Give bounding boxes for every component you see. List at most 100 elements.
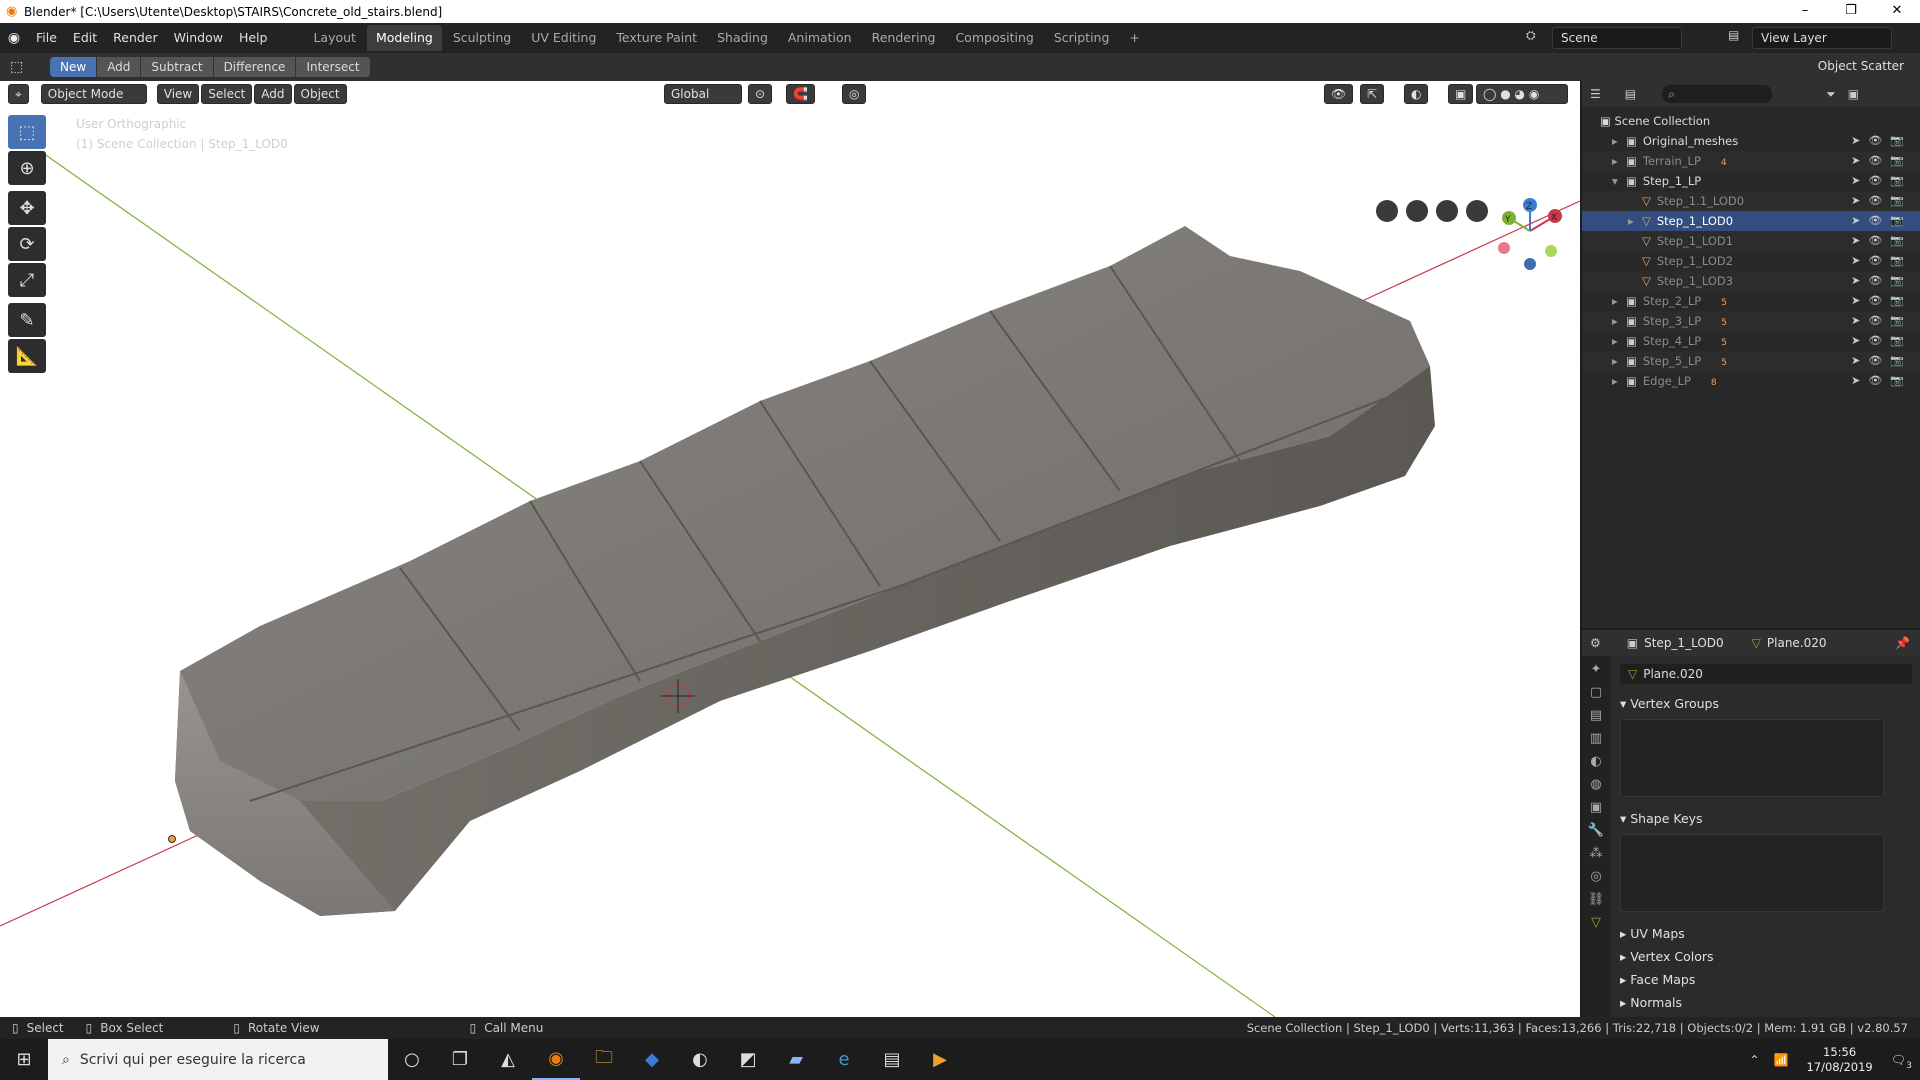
menu-file[interactable]: File xyxy=(28,23,65,53)
row-visibility-icons[interactable]: ➤👁📷 xyxy=(1851,351,1912,371)
collapsed-arrow-icon[interactable]: ▸ xyxy=(1612,351,1626,371)
pivot-icon[interactable]: ⊙ xyxy=(748,84,773,104)
row-visibility-icons[interactable]: ➤👁📷 xyxy=(1851,131,1912,151)
file-explorer-icon[interactable]: 🗀 xyxy=(580,1039,628,1080)
mesh-datablock-field[interactable]: ▽ Plane.020 xyxy=(1620,664,1912,684)
menu-select[interactable]: Select xyxy=(201,84,253,104)
display-mode-icon[interactable]: ▤ xyxy=(1625,87,1636,101)
outliner-row[interactable]: ▽ Step_1_LOD2 ➤👁📷 xyxy=(1582,251,1920,271)
annotate-tool-icon[interactable]: ✎ xyxy=(8,303,46,337)
move-tool-icon[interactable]: ✥ xyxy=(8,191,46,225)
view-layer-tab-icon[interactable]: ▥ xyxy=(1590,731,1602,746)
collapsed-arrow-icon[interactable]: ▸ xyxy=(1612,291,1626,311)
normals-section[interactable]: ▸ Normals xyxy=(1612,993,1920,1016)
tab-animation[interactable]: Animation xyxy=(779,25,861,51)
particles-tab-icon[interactable]: ⁂ xyxy=(1590,846,1603,861)
mode-difference-button[interactable]: Difference xyxy=(213,57,296,77)
blender-menu-icon[interactable]: ◉ xyxy=(0,30,28,46)
app-icon-7[interactable]: ▶ xyxy=(916,1039,964,1080)
expanded-arrow-icon[interactable]: ▾ xyxy=(1612,171,1626,191)
properties-editor-icon[interactable]: ⚙ xyxy=(1590,636,1601,650)
collapsed-arrow-icon[interactable]: ▸ xyxy=(1612,331,1626,351)
row-visibility-icons[interactable]: ➤👁📷 xyxy=(1851,311,1912,331)
layer-icon[interactable]: ▤ xyxy=(1728,28,1739,42)
viewport-nav-buttons[interactable] xyxy=(1376,200,1488,222)
row-visibility-icons[interactable]: ➤👁📷 xyxy=(1851,251,1912,271)
row-visibility-icons[interactable]: ➤👁📷 xyxy=(1851,211,1912,231)
row-visibility-icons[interactable]: ➤👁📷 xyxy=(1851,371,1912,391)
transform-orientation-dropdown[interactable]: Global xyxy=(664,84,742,104)
notifications-icon[interactable]: 🗨 3 xyxy=(1891,1053,1912,1071)
collapsed-arrow-icon[interactable]: ▸ xyxy=(1628,211,1642,231)
mode-intersect-button[interactable]: Intersect xyxy=(296,57,370,77)
vertex-groups-list[interactable] xyxy=(1620,719,1884,797)
minimize-button[interactable]: – xyxy=(1782,0,1828,23)
row-visibility-icons[interactable]: ➤👁📷 xyxy=(1851,231,1912,251)
maximize-button[interactable]: ❐ xyxy=(1828,0,1874,23)
mesh-data-tab-icon[interactable]: ▽ xyxy=(1591,915,1601,930)
tab-texture-paint[interactable]: Texture Paint xyxy=(607,25,706,51)
tab-rendering[interactable]: Rendering xyxy=(863,25,945,51)
collapsed-arrow-icon[interactable]: ▸ xyxy=(1612,131,1626,151)
filter-icon[interactable]: ⏷ xyxy=(1826,87,1836,102)
object-mode-dropdown[interactable]: Object Mode xyxy=(40,84,147,104)
rotate-tool-icon[interactable]: ⟳ xyxy=(8,227,46,261)
app-icon-6[interactable]: ▤ xyxy=(868,1039,916,1080)
menu-object[interactable]: Object xyxy=(293,84,347,104)
task-view-icon[interactable]: ❐ xyxy=(436,1039,484,1080)
object-name[interactable]: Step_1_LOD0 xyxy=(1644,636,1724,650)
snap-icon[interactable]: 🧲 xyxy=(786,84,815,104)
overlay-toggle-icon[interactable]: ◐ xyxy=(1404,84,1429,104)
tab-modeling[interactable]: Modeling xyxy=(366,25,442,51)
mesh-name[interactable]: Plane.020 xyxy=(1767,636,1827,650)
row-visibility-icons[interactable]: ➤👁📷 xyxy=(1851,291,1912,311)
outliner-row[interactable]: ▽ Step_1_LOD3 ➤👁📷 xyxy=(1582,271,1920,291)
mode-add-button[interactable]: Add xyxy=(97,57,141,77)
uv-maps-section[interactable]: ▸ UV Maps xyxy=(1612,920,1920,947)
windows-start-icon[interactable]: ⊞ xyxy=(0,1039,48,1080)
cursor-tool-icon[interactable]: ⊕ xyxy=(8,151,46,185)
app-icon-3[interactable]: ◐ xyxy=(676,1039,724,1080)
menu-edit[interactable]: Edit xyxy=(65,23,105,53)
outliner-row[interactable]: ▸ ▣ Terrain_LP 4 ➤👁📷 xyxy=(1582,151,1920,171)
menu-help[interactable]: Help xyxy=(231,23,276,53)
scene-name-field[interactable]: Scene xyxy=(1552,27,1682,49)
output-tab-icon[interactable]: ▤ xyxy=(1590,708,1602,723)
outliner-row[interactable]: ▸ ▣ Step_2_LP 5 ➤👁📷 xyxy=(1582,291,1920,311)
outliner-row[interactable]: ▽ Step_1_LOD1 ➤👁📷 xyxy=(1582,231,1920,251)
outliner-search-field[interactable]: ⌕ xyxy=(1662,85,1773,103)
mode-new-button[interactable]: New xyxy=(50,57,97,77)
xray-toggle-icon[interactable]: ▣ xyxy=(1448,84,1474,104)
app-icon-2[interactable]: ◆ xyxy=(628,1039,676,1080)
menu-window[interactable]: Window xyxy=(166,23,231,53)
object-origin-dot[interactable] xyxy=(168,835,176,843)
close-button[interactable]: ✕ xyxy=(1874,0,1920,23)
scale-tool-icon[interactable]: ⤢ xyxy=(8,263,46,297)
vertex-colors-section[interactable]: ▸ Vertex Colors xyxy=(1612,947,1920,970)
tray-expand-icon[interactable]: ⌃ xyxy=(1749,1053,1759,1067)
object-tab-icon[interactable]: ▣ xyxy=(1590,800,1602,815)
tab-uv-editing[interactable]: UV Editing xyxy=(522,25,605,51)
network-icon[interactable]: 📶 xyxy=(1774,1053,1789,1067)
row-visibility-icons[interactable]: ➤👁📷 xyxy=(1851,151,1912,171)
editor-type-icon[interactable]: ⌖ xyxy=(8,84,29,104)
new-collection-icon[interactable]: ▣ xyxy=(1848,87,1859,101)
tab-compositing[interactable]: Compositing xyxy=(946,25,1042,51)
shading-mode-icons[interactable]: ◯ ● ◕ ◉ xyxy=(1476,84,1568,104)
app-icon-1[interactable]: ◭ xyxy=(484,1039,532,1080)
taskbar-search[interactable]: ⌕ Scrivi qui per eseguire la ricerca xyxy=(48,1039,388,1080)
world-tab-icon[interactable]: ◍ xyxy=(1590,777,1601,792)
clock[interactable]: 15:56 17/08/2019 xyxy=(1806,1045,1872,1075)
outliner-row[interactable]: ▾ ▣ Step_1_LP ➤👁📷 xyxy=(1582,171,1920,191)
menu-render[interactable]: Render xyxy=(105,23,166,53)
menu-add[interactable]: Add xyxy=(254,84,292,104)
row-visibility-icons[interactable]: ➤👁📷 xyxy=(1851,271,1912,291)
outliner-row[interactable]: ▸ ▣ Edge_LP 8 ➤👁📷 xyxy=(1582,371,1920,391)
collapsed-arrow-icon[interactable]: ▸ xyxy=(1612,151,1626,171)
pin-icon[interactable]: 📌 xyxy=(1895,636,1910,650)
measure-tool-icon[interactable]: 📐 xyxy=(8,339,46,373)
viewport-scene[interactable]: X Y Z xyxy=(0,81,1580,1017)
face-maps-section[interactable]: ▸ Face Maps xyxy=(1612,970,1920,993)
tab-layout[interactable]: Layout xyxy=(304,25,365,51)
3d-viewport[interactable]: X Y Z ⌖ Object Mode View Select Add Obje… xyxy=(0,81,1580,1017)
